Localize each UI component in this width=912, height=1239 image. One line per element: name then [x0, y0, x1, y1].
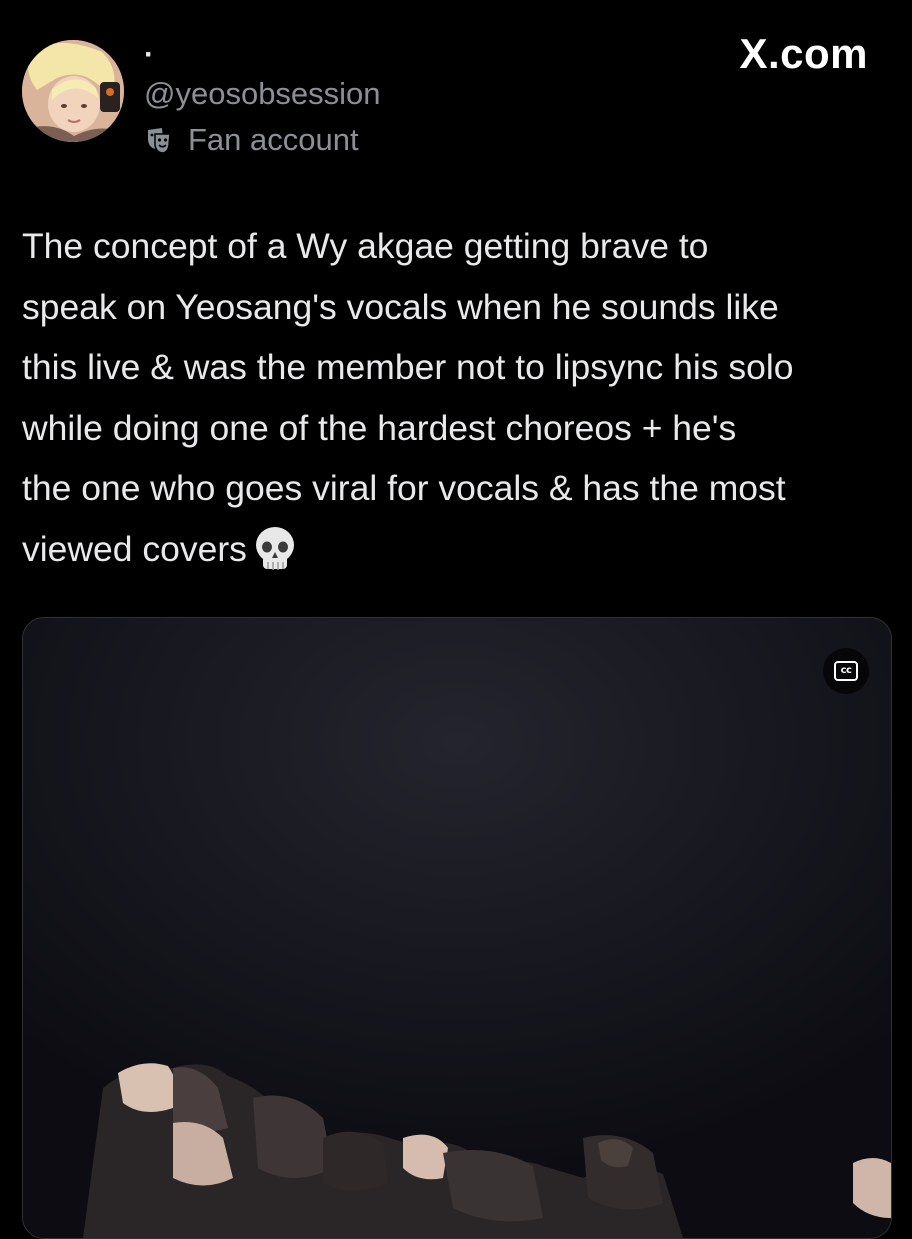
- theater-masks-icon: [148, 128, 171, 154]
- author-handle[interactable]: @yeosobsession: [144, 76, 381, 112]
- site-label: X.com: [739, 30, 868, 77]
- closed-captions-button[interactable]: cc: [823, 648, 869, 694]
- badge-label: Fan account: [188, 122, 359, 157]
- closed-captions-icon: cc: [834, 661, 858, 681]
- tweet-header: · @yeosobsession Fan account X.com: [0, 0, 912, 180]
- tweet-text: The concept of a Wy akgae getting brave …: [22, 226, 794, 569]
- avatar-image: [22, 40, 124, 142]
- author-display-name[interactable]: ·: [144, 40, 154, 70]
- video-player[interactable]: cc: [22, 617, 892, 1239]
- fan-account-badge: Fan account: [144, 122, 359, 158]
- video-frame: [23, 618, 891, 1238]
- tweet-body: The concept of a Wy akgae getting brave …: [22, 216, 897, 579]
- author-avatar[interactable]: [22, 40, 124, 142]
- skull-emoji-icon: [255, 526, 294, 570]
